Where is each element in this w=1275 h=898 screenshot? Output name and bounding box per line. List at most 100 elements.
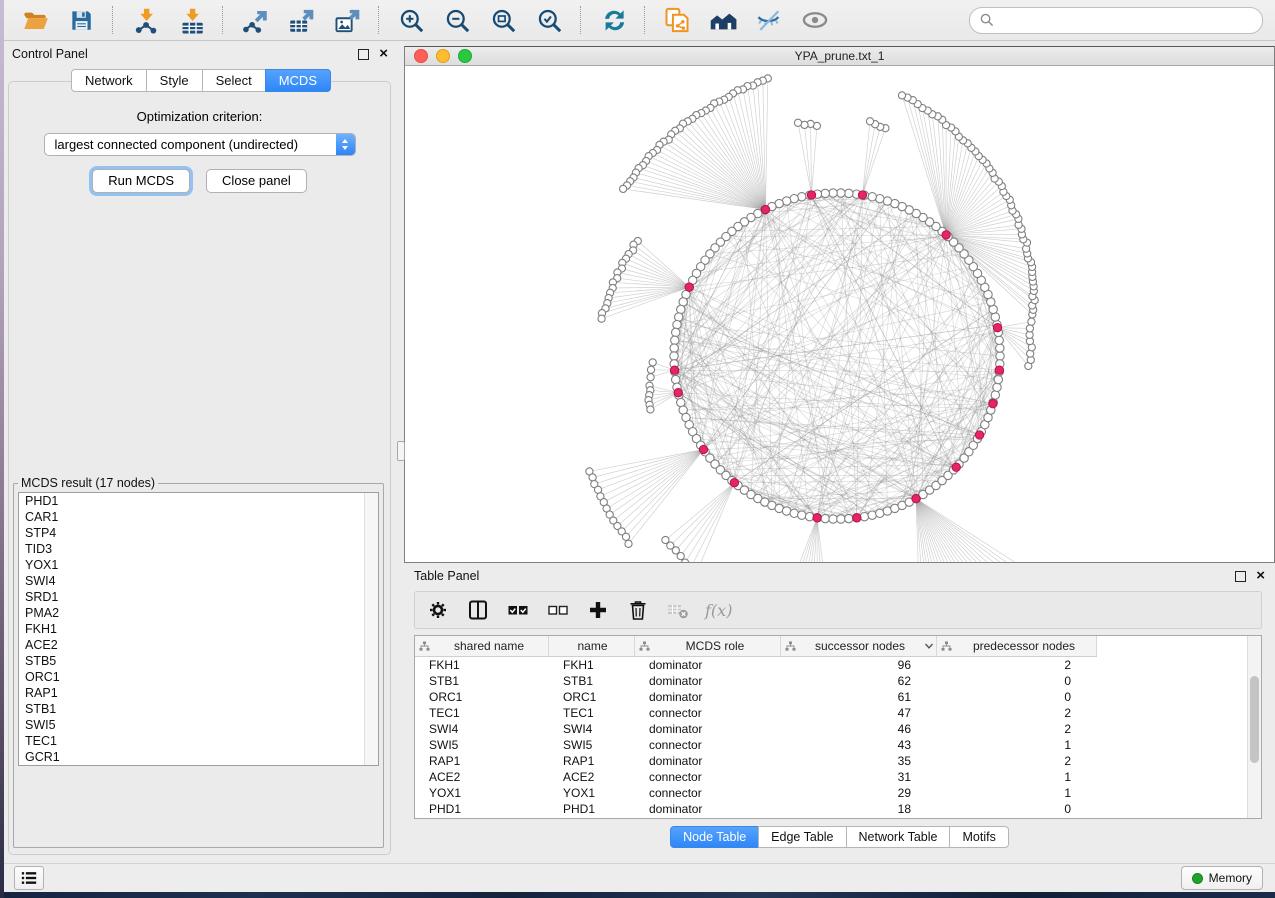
float-panel-icon[interactable] — [358, 49, 369, 60]
export-table-button[interactable] — [280, 4, 322, 36]
mcds-result-item[interactable]: SWI4 — [19, 573, 378, 589]
column-header-name[interactable]: name — [549, 636, 635, 656]
mcds-result-item[interactable]: STP4 — [19, 525, 378, 541]
table-tab-network-table[interactable]: Network Table — [846, 826, 951, 848]
column-header-successor-nodes[interactable]: successor nodes — [781, 636, 937, 656]
zoom-selected-button[interactable] — [528, 4, 570, 36]
table-row[interactable]: PHD1PHD1dominator180 — [415, 801, 1261, 817]
mcds-result-title: MCDS result (17 nodes) — [18, 476, 158, 490]
search-input[interactable] — [1000, 12, 1252, 28]
export-network-button[interactable] — [234, 4, 276, 36]
deselect-all-rows-button[interactable] — [545, 597, 571, 623]
mcds-result-item[interactable]: SWI5 — [19, 717, 378, 733]
table-row[interactable]: ACE2ACE2connector311 — [415, 769, 1261, 785]
column-header-shared-name[interactable]: shared name — [415, 636, 549, 656]
network-graph[interactable] — [405, 66, 1270, 562]
show-all-button[interactable] — [794, 4, 836, 36]
refresh-layout-button[interactable] — [592, 4, 634, 36]
cell: 2 — [937, 658, 1097, 672]
import-network-button[interactable] — [124, 4, 166, 36]
table-row[interactable]: FKH1FKH1dominator962 — [415, 657, 1261, 673]
cell: PHD1 — [549, 802, 635, 816]
cell: ACE2 — [549, 770, 635, 784]
save-session-button[interactable] — [60, 4, 102, 36]
cell: STB1 — [415, 674, 549, 688]
cell: connector — [635, 786, 781, 800]
table-tab-edge-table[interactable]: Edge Table — [758, 826, 846, 848]
table-row[interactable]: RAP1RAP1dominator352 — [415, 753, 1261, 769]
table-row[interactable]: SWI5SWI5connector431 — [415, 737, 1261, 753]
table-tab-node-table[interactable]: Node Table — [670, 826, 759, 848]
main-area: Control Panel × NetworkStyleSelectMCDS O… — [0, 41, 1275, 863]
mcds-result-item[interactable]: ORC1 — [19, 669, 378, 685]
network-canvas[interactable] — [405, 66, 1274, 562]
list-scrollbar[interactable] — [364, 493, 378, 765]
hierarchy-icon — [419, 641, 430, 652]
export-network-icon — [242, 7, 269, 34]
zoom-in-button[interactable] — [390, 4, 432, 36]
table-tab-motifs[interactable]: Motifs — [949, 826, 1008, 848]
column-header-mcds-role[interactable]: MCDS role — [635, 636, 781, 656]
clone-network-button[interactable] — [656, 4, 698, 36]
memory-button[interactable]: Memory — [1181, 866, 1263, 890]
export-image-button[interactable] — [326, 4, 368, 36]
table-settings-button[interactable] — [425, 597, 451, 623]
table-row[interactable]: ORC1ORC1dominator610 — [415, 689, 1261, 705]
table-row[interactable]: TEC1TEC1connector472 — [415, 705, 1261, 721]
first-neighbors-button[interactable] — [702, 4, 744, 36]
mcds-result-item[interactable]: STB1 — [19, 701, 378, 717]
mcds-result-item[interactable]: FKH1 — [19, 621, 378, 637]
table-body: FKH1FKH1dominator962STB1STB1dominator620… — [415, 657, 1261, 817]
close-panel-icon[interactable]: × — [379, 49, 388, 59]
mcds-result-item[interactable]: SRD1 — [19, 589, 378, 605]
search-field[interactable] — [969, 7, 1263, 34]
splitter-grip[interactable] — [397, 441, 405, 461]
zoom-fit-button[interactable] — [482, 4, 524, 36]
mcds-result-item[interactable]: YOX1 — [19, 557, 378, 573]
toolbar-separator — [644, 6, 646, 34]
open-file-button[interactable] — [14, 4, 56, 36]
close-table-panel-icon[interactable]: × — [1256, 571, 1265, 581]
add-column-button[interactable] — [585, 597, 611, 623]
mcds-result-item[interactable]: TEC1 — [19, 733, 378, 749]
cell: dominator — [635, 754, 781, 768]
zoom-out-button[interactable] — [436, 4, 478, 36]
table-row[interactable]: YOX1YOX1connector291 — [415, 785, 1261, 801]
scrollbar-thumb[interactable] — [1250, 676, 1259, 763]
optimization-criterion-select[interactable]: largest connected component (undirected) — [44, 133, 356, 156]
tab-network[interactable]: Network — [71, 69, 147, 92]
network-window-titlebar[interactable]: YPA_prune.txt_1 — [405, 47, 1274, 66]
hide-selected-button[interactable] — [748, 4, 790, 36]
mcds-result-item[interactable]: ACE2 — [19, 637, 378, 653]
mcds-result-list[interactable]: PHD1CAR1STP4TID3YOX1SWI4SRD1PMA2FKH1ACE2… — [18, 492, 379, 766]
mcds-result-item[interactable]: GCR1 — [19, 749, 378, 765]
tab-mcds[interactable]: MCDS — [265, 69, 331, 92]
mcds-result-item[interactable]: TID3 — [19, 541, 378, 557]
toolbar-separator — [112, 6, 114, 34]
mcds-result-item[interactable]: PMA2 — [19, 605, 378, 621]
tab-select[interactable]: Select — [202, 69, 266, 92]
mcds-tab-content: Optimization criterion: largest connecte… — [8, 81, 391, 855]
mcds-result-item[interactable]: CAR1 — [19, 509, 378, 525]
select-all-rows-button[interactable] — [505, 597, 531, 623]
tab-style[interactable]: Style — [146, 69, 203, 92]
panel-splitter[interactable] — [396, 41, 404, 863]
panel-menu-button[interactable] — [14, 866, 44, 890]
import-table-button[interactable] — [170, 4, 212, 36]
delete-column-button[interactable] — [625, 597, 651, 623]
table-row[interactable]: SWI4SWI4dominator462 — [415, 721, 1261, 737]
float-table-panel-icon[interactable] — [1235, 571, 1246, 582]
table-row[interactable]: STB1STB1dominator620 — [415, 673, 1261, 689]
table-scrollbar[interactable] — [1247, 636, 1261, 818]
show-column-button[interactable] — [465, 597, 491, 623]
mcds-result-item[interactable]: STB5 — [19, 653, 378, 669]
mcds-result-item[interactable]: RAP1 — [19, 685, 378, 701]
cell: 1 — [937, 770, 1097, 784]
close-panel-button[interactable]: Close panel — [206, 169, 307, 193]
cell: dominator — [635, 722, 781, 736]
cell: SWI5 — [549, 738, 635, 752]
run-mcds-button[interactable]: Run MCDS — [92, 169, 190, 193]
import-network-icon — [132, 7, 159, 34]
column-header-predecessor-nodes[interactable]: predecessor nodes — [937, 636, 1097, 656]
mcds-result-item[interactable]: PHD1 — [19, 493, 378, 509]
